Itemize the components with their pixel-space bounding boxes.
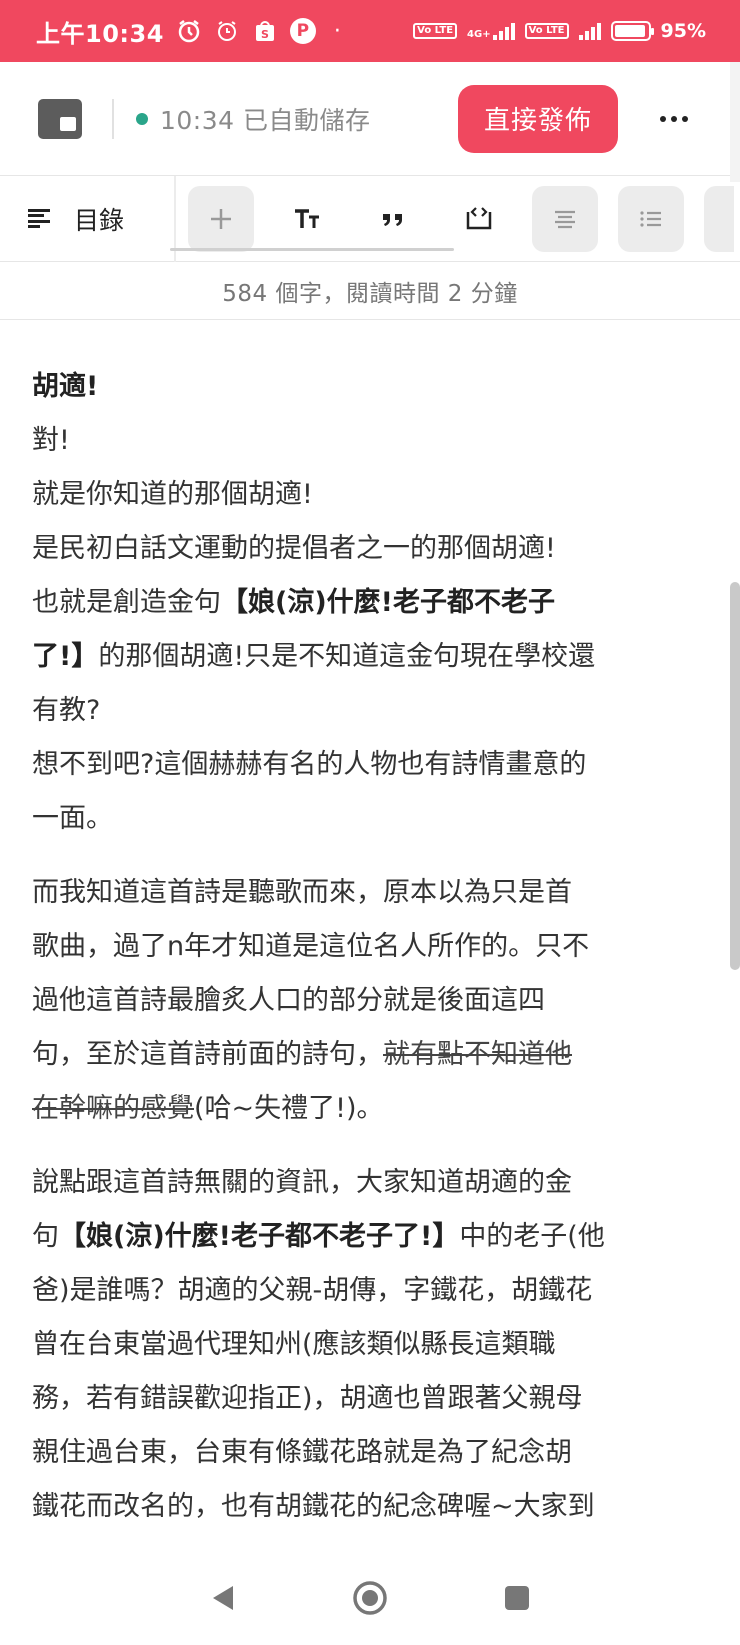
- publish-button[interactable]: 直接發佈: [458, 84, 618, 153]
- text-line: 想不到吧?這個赫赫有名的人物也有詩情畫意的: [32, 749, 587, 780]
- align-icon[interactable]: [532, 185, 598, 252]
- word-count: 584 個字，閱讀時間 2 分鐘: [0, 262, 740, 320]
- autosave-text: 已自動儲存: [243, 105, 371, 135]
- article-body[interactable]: 胡適! 對! 就是你知道的那個胡適! 是民初白話文運動的提倡者之一的那個胡適! …: [32, 360, 704, 1554]
- paragraph: 胡適! 對! 就是你知道的那個胡適! 是民初白話文運動的提倡者之一的那個胡適! …: [32, 360, 704, 846]
- autosave-status: 10:34 已自動儲存: [160, 101, 371, 137]
- text-line: 對!: [32, 425, 70, 456]
- drafts-icon[interactable]: [38, 98, 82, 139]
- text-line: 歌曲，過了n年才知道是這位名人所作的。只不: [32, 931, 590, 962]
- text-size-icon[interactable]: [274, 186, 340, 252]
- paragraph: 說點跟這首詩無關的資訊，大家知道胡適的金 句【娘(涼)什麼!老子都不老子了!】中…: [32, 1156, 704, 1534]
- system-nav-bar: [0, 1550, 740, 1645]
- autosave-time: 10:34: [160, 105, 235, 135]
- text-line: 在幹嘛的感覺(哈~失禮了!)。: [32, 1093, 384, 1124]
- editor-toolbar: 目錄: [0, 175, 740, 262]
- text-line: 過他這首詩最膾炙人口的部分就是後面這四: [32, 985, 545, 1016]
- status-bar: 上午10:34 S P · Vo LTE 4G+ Vo LTE 95%: [0, 0, 740, 62]
- text-line: 爸)是誰嗎？胡適的父親-胡傳，字鐵花，胡鐵花: [32, 1275, 593, 1306]
- editor-app-bar: 10:34 已自動儲存 直接發佈: [0, 62, 740, 176]
- status-time: 上午10:34: [36, 19, 164, 48]
- battery-percent: 95%: [660, 20, 706, 42]
- text-line: 親住過台東，台東有條鐵花路就是為了紀念胡: [32, 1437, 572, 1468]
- signal-icon-2: [578, 22, 601, 40]
- back-icon[interactable]: [198, 1573, 248, 1623]
- quote-icon[interactable]: [360, 186, 426, 252]
- format-tools: [176, 185, 734, 252]
- text-line: 務，若有錯誤歡迎指正)，胡適也曾跟著父親母: [32, 1383, 583, 1414]
- article-heading: 胡適!: [32, 371, 99, 402]
- text-line: 句，至於這首詩前面的詩句，就有點不知道他: [32, 1039, 572, 1070]
- strikethrough-text: 就有點不知道他: [383, 1039, 572, 1070]
- toolbar-scroll-indicator: [170, 248, 454, 251]
- text-line: 說點跟這首詩無關的資訊，大家知道胡適的金: [32, 1167, 572, 1198]
- toolbar-overflow-item[interactable]: [704, 185, 734, 252]
- text-line: 一面。: [32, 803, 113, 834]
- toc-icon: [28, 208, 50, 229]
- content-scrollbar[interactable]: [730, 582, 740, 970]
- alarm-icon: [214, 18, 240, 44]
- code-block-icon[interactable]: [446, 186, 512, 252]
- battery-icon: [610, 21, 654, 41]
- bold-quote: 娘(涼)什麼!老子都不老子: [248, 587, 555, 618]
- text-line: 鐵花而改名的，也有胡鐵花的紀念碑喔~大家到: [32, 1491, 595, 1522]
- status-system-icons: Vo LTE 4G+ Vo LTE 95%: [413, 20, 706, 42]
- shopee-icon: S: [252, 18, 278, 44]
- recents-icon[interactable]: [492, 1573, 542, 1623]
- text-line: 句【娘(涼)什麼!老子都不老子了!】中的老子(他: [32, 1221, 605, 1252]
- paragraph: 而我知道這首詩是聽歌而來，原本以為只是首 歌曲，過了n年才知道是這位名人所作的。…: [32, 866, 704, 1136]
- toc-button[interactable]: 目錄: [0, 175, 176, 262]
- volte-icon-2: Vo LTE: [524, 23, 569, 39]
- strikethrough-text: 在幹嘛的感覺: [32, 1093, 194, 1124]
- text-line: 有教?: [32, 695, 101, 726]
- more-options-icon[interactable]: [644, 89, 704, 149]
- text-line: 曾在台東當過代理知州(應該類似縣長這類職: [32, 1329, 556, 1360]
- divider: [112, 98, 114, 139]
- toc-label: 目錄: [74, 205, 125, 235]
- volte-icon: Vo LTE: [413, 23, 458, 39]
- signal-icon: [492, 22, 515, 40]
- status-notification-icons: S P ·: [176, 18, 341, 44]
- text-line: 而我知道這首詩是聽歌而來，原本以為只是首: [32, 877, 572, 908]
- svg-text:S: S: [261, 28, 269, 41]
- autosave-status-dot: [136, 112, 148, 125]
- bold-quote: 娘(涼)什麼!老子都不老子了!: [86, 1221, 433, 1252]
- list-icon[interactable]: [618, 185, 684, 252]
- text-line: 是民初白話文運動的提倡者之一的那個胡適!: [32, 533, 556, 564]
- home-icon[interactable]: [345, 1573, 395, 1623]
- add-icon[interactable]: [188, 185, 254, 252]
- edge-shade: [730, 62, 740, 182]
- text-line: 也就是創造金句【娘(涼)什麼!老子都不老子: [32, 587, 555, 618]
- parking-icon: P: [289, 18, 316, 44]
- dot-icon: ·: [333, 18, 341, 44]
- text-line: 就是你知道的那個胡適!: [32, 479, 313, 510]
- alarm-clock-icon: [176, 18, 202, 44]
- text-line: 了!】的那個胡適!只是不知道這金句現在學校還: [32, 641, 596, 672]
- network-type-label: 4G+: [467, 29, 491, 40]
